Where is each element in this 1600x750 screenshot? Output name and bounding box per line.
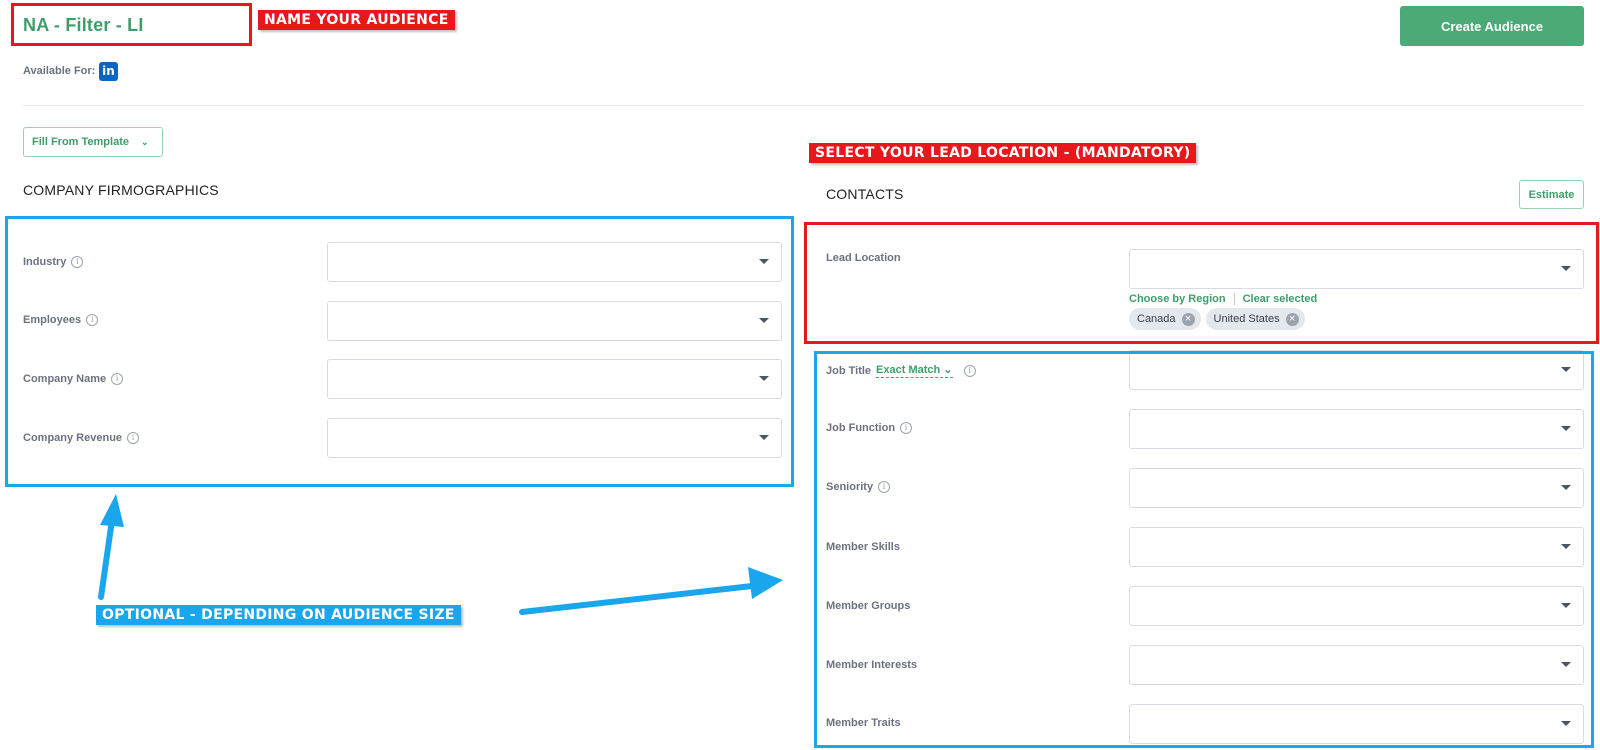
annotation-arrows <box>98 494 783 615</box>
arrow-to-contacts-line <box>519 583 755 615</box>
arrow-to-company-line <box>98 517 115 600</box>
arrow-to-company-head <box>100 494 124 527</box>
arrow-to-contacts-head <box>748 567 783 599</box>
